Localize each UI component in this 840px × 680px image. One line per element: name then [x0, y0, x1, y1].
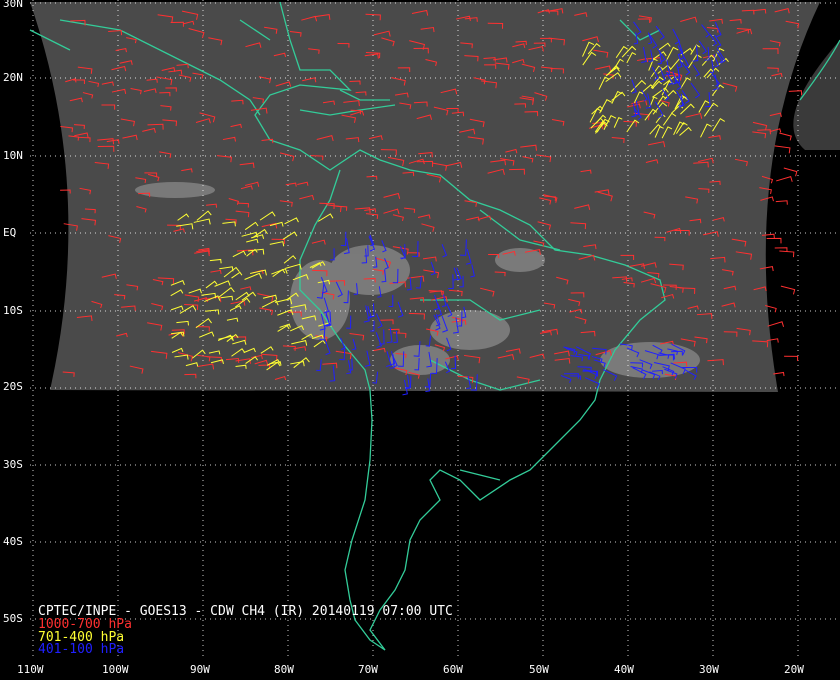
lon-label-50w: 50W	[529, 663, 549, 676]
lat-label-40s: 40S	[3, 535, 23, 548]
satellite-map	[0, 0, 840, 680]
lat-label-20s: 20S	[3, 380, 23, 393]
lat-label-30s: 30S	[3, 458, 23, 471]
lon-label-60w: 60W	[443, 663, 463, 676]
lon-label-80w: 80W	[274, 663, 294, 676]
lat-label-20n: 20N	[3, 71, 23, 84]
lon-label-20w: 20W	[784, 663, 804, 676]
lat-label-30n: 30N	[3, 0, 23, 10]
lon-label-40w: 40W	[614, 663, 634, 676]
legend-high-level: 401-100 hPa	[38, 642, 125, 657]
lat-label-10n: 10N	[3, 149, 23, 162]
lon-label-110w: 110W	[17, 663, 44, 676]
lat-label-eq: EQ	[3, 226, 17, 239]
lon-label-30w: 30W	[699, 663, 719, 676]
lat-label-10s: 10S	[3, 304, 23, 317]
ir-image-swath	[30, 2, 820, 392]
lon-label-70w: 70W	[358, 663, 378, 676]
lon-label-90w: 90W	[190, 663, 210, 676]
lat-label-50s: 50S	[3, 612, 23, 625]
lon-label-100w: 100W	[102, 663, 129, 676]
